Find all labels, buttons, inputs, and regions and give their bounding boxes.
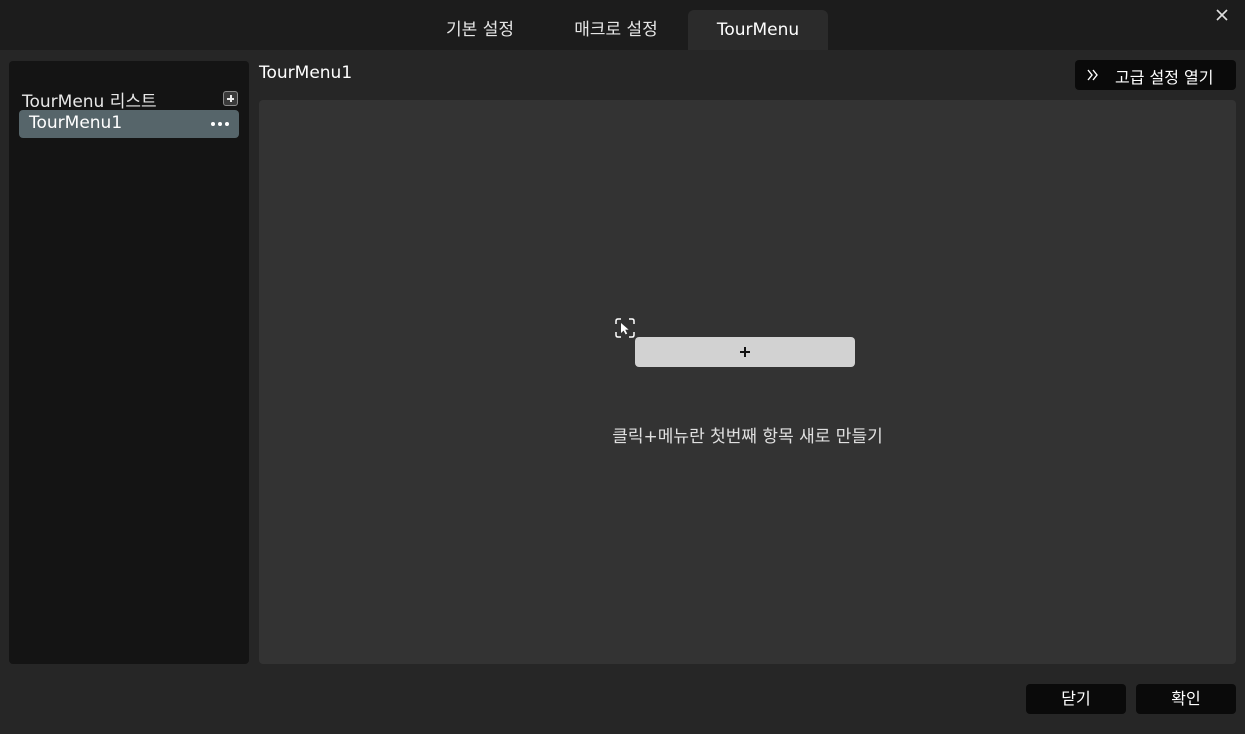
cursor-select-icon	[615, 318, 635, 338]
advanced-settings-label: 고급 설정 열기	[1115, 68, 1214, 87]
more-horizontal-icon[interactable]	[211, 121, 229, 127]
sidebar-title: TourMenu 리스트	[22, 92, 157, 112]
dialog-body: TourMenu 리스트 TourMenu1 TourMenu1 고급 설정 열…	[0, 50, 1245, 734]
tab-macro-settings[interactable]: 매크로 설정	[558, 10, 674, 50]
close-dialog-button[interactable]: 닫기	[1026, 684, 1126, 714]
tourmenu-settings-dialog: 기본 설정 매크로 설정 TourMenu TourMenu 리스트 TourM…	[0, 0, 1245, 734]
confirm-button[interactable]: 확인	[1136, 684, 1236, 714]
close-button[interactable]	[1211, 4, 1233, 26]
tab-tourmenu[interactable]: TourMenu	[688, 10, 828, 50]
tab-basic-settings[interactable]: 기본 설정	[430, 10, 530, 50]
double-chevron-right-icon	[1087, 69, 1098, 81]
list-item-tourmenu1[interactable]: TourMenu1	[19, 110, 239, 138]
tab-bar: 기본 설정 매크로 설정 TourMenu	[0, 0, 1245, 50]
add-tourmenu-button[interactable]	[223, 91, 238, 106]
tourmenu-list-panel: TourMenu 리스트 TourMenu1	[9, 61, 249, 664]
menu-editor-canvas: 클릭+메뉴란 첫번째 항목 새로 만들기	[259, 100, 1236, 664]
empty-state-hint: 클릭+메뉴란 첫번째 항목 새로 만들기	[612, 427, 883, 447]
close-icon	[1216, 9, 1228, 21]
page-title: TourMenu1	[259, 63, 353, 83]
open-advanced-settings-button[interactable]: 고급 설정 열기	[1075, 60, 1236, 90]
list-item-label: TourMenu1	[29, 113, 123, 133]
add-first-item-button[interactable]	[635, 337, 855, 367]
